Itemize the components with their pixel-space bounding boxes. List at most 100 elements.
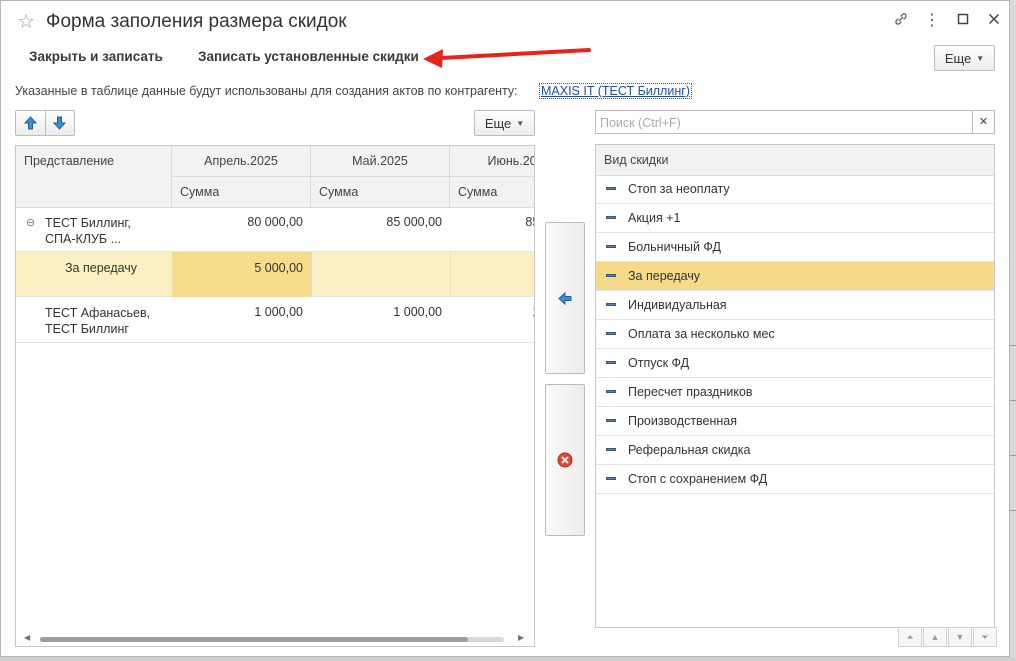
cell-divider: [450, 252, 451, 297]
table-cell[interactable]: 85 000,00: [450, 215, 534, 229]
list-item-icon: [606, 390, 616, 393]
horizontal-scrollbar[interactable]: ◀ ▶: [16, 630, 534, 646]
table-cell[interactable]: 1 000,00: [450, 305, 534, 319]
background-window-edge: [1010, 0, 1016, 661]
list-item-icon: [606, 274, 616, 277]
list-item[interactable]: Стоп за неоплату: [596, 175, 994, 204]
list-item-icon: [606, 332, 616, 335]
edge-line: [1010, 400, 1016, 402]
list-item[interactable]: Отпуск ФД: [596, 349, 994, 378]
info-text: Указанные в таблице данные будут использ…: [15, 84, 518, 98]
list-item[interactable]: Акция +1: [596, 204, 994, 233]
list-item[interactable]: Реферальная скидка: [596, 436, 994, 465]
arrow-down-icon: [53, 116, 67, 130]
annotation-arrow: [423, 48, 591, 68]
list-item-icon: [606, 187, 616, 190]
arrow-up-icon: [23, 116, 37, 130]
list-item[interactable]: Индивидуальная: [596, 291, 994, 320]
scroll-right-icon[interactable]: ▶: [518, 633, 524, 642]
column-header-sum[interactable]: Сумма: [311, 177, 450, 208]
maximize-icon[interactable]: [953, 11, 973, 31]
clear-search-icon[interactable]: ✕: [972, 111, 994, 133]
list-item-label: Больничный ФД: [628, 240, 721, 254]
favorite-star-icon[interactable]: ☆: [17, 9, 35, 34]
list-item-label: Стоп за неоплату: [628, 182, 730, 196]
table-cell[interactable]: 80 000,00: [172, 215, 311, 229]
column-header-month[interactable]: Апрель.2025: [172, 146, 311, 177]
discounts-table: Представление Апрель.2025 Май.2025 Июнь.…: [15, 145, 535, 647]
window-title: Форма заполения размера скидок: [46, 11, 347, 32]
column-header-month[interactable]: Июнь.2025: [450, 146, 534, 177]
chevron-down-icon: ▼: [976, 53, 985, 63]
move-up-button[interactable]: [16, 111, 46, 135]
row-name: ТЕСТ Афанасьев, ТЕСТ Биллинг: [45, 305, 150, 337]
list-item-label: Индивидуальная: [628, 298, 727, 312]
list-item[interactable]: Стоп с сохранением ФД: [596, 465, 994, 494]
table-more-button[interactable]: Еще ▼: [474, 110, 535, 136]
row-name: За передачу: [65, 261, 138, 275]
table-cell[interactable]: 1 000,00: [311, 305, 450, 319]
toolbar-more-label: Еще: [944, 50, 972, 66]
list-item-label: Стоп с сохранением ФД: [628, 472, 768, 486]
arrow-left-icon: [558, 291, 572, 305]
list-item-label: Реферальная скидка: [628, 443, 751, 457]
list-item-icon: [606, 361, 616, 364]
list-item-label: Пересчет праздников: [628, 385, 753, 399]
more-vertical-icon[interactable]: ⋮: [922, 11, 942, 31]
column-header-repr-label: Представление: [24, 154, 115, 168]
list-item[interactable]: Больничный ФД: [596, 233, 994, 262]
edge-line: [1010, 455, 1016, 457]
table-more-label: Еще: [484, 115, 512, 131]
list-item-icon: [606, 448, 616, 451]
row-name-line: СПА-КЛУБ ...: [45, 232, 122, 246]
row-name: ТЕСТ Биллинг, СПА-КЛУБ ...: [45, 215, 131, 247]
scroll-top-button[interactable]: ⏶: [898, 627, 922, 647]
counterparty-link[interactable]: MAXIS IT (ТЕСТ Биллинг): [539, 83, 692, 99]
list-item-label: Оплата за несколько мес: [628, 327, 775, 341]
close-icon[interactable]: [984, 11, 1004, 31]
list-item-selected[interactable]: За передачу: [596, 262, 994, 291]
edge-line: [1010, 345, 1016, 347]
scroll-up-button[interactable]: ▲: [923, 627, 947, 647]
search-placeholder: Поиск (Ctrl+F): [600, 116, 681, 130]
list-item-label: Производственная: [628, 414, 738, 428]
list-item-label: Акция +1: [628, 211, 681, 225]
table-cell[interactable]: 85 000,00: [311, 215, 450, 229]
scrollbar-thumb[interactable]: [40, 637, 468, 642]
add-discount-button[interactable]: [545, 222, 585, 374]
list-item[interactable]: Оплата за несколько мес: [596, 320, 994, 349]
scroll-down-button[interactable]: ▼: [948, 627, 972, 647]
list-header-label: Вид скидки: [604, 153, 669, 167]
list-item-icon: [606, 477, 616, 480]
list-item-label: Отпуск ФД: [628, 356, 690, 370]
list-item-label: За передачу: [628, 269, 701, 283]
scroll-left-icon[interactable]: ◀: [24, 633, 30, 642]
list-header[interactable]: Вид скидки: [596, 145, 994, 176]
list-item-icon: [606, 303, 616, 306]
collapse-icon[interactable]: ⊖: [26, 216, 35, 229]
list-item-icon: [606, 245, 616, 248]
save-discounts-button[interactable]: Записать установленные скидки: [198, 49, 419, 64]
list-item[interactable]: Производственная: [596, 407, 994, 436]
list-item-icon: [606, 216, 616, 219]
remove-discount-button[interactable]: [545, 384, 585, 536]
column-header-month[interactable]: Май.2025: [311, 146, 450, 177]
move-buttons-group: [15, 110, 75, 136]
column-header-repr[interactable]: Представление: [16, 146, 172, 208]
close-and-save-button[interactable]: Закрыть и записать: [29, 49, 163, 64]
column-header-sum[interactable]: Сумма: [172, 177, 311, 208]
discount-types-list: Вид скидки Стоп за неоплату Акция +1 Бол…: [595, 144, 995, 628]
table-cell[interactable]: 1 000,00: [172, 305, 311, 319]
cell-divider: [311, 252, 312, 297]
table-cell[interactable]: 5 000,00: [172, 261, 311, 275]
move-down-button[interactable]: [46, 111, 75, 135]
edge-line: [1010, 510, 1016, 512]
column-header-sum[interactable]: Сумма: [450, 177, 534, 208]
list-item[interactable]: Пересчет праздников: [596, 378, 994, 407]
toolbar-more-button[interactable]: Еще ▼: [934, 45, 995, 71]
row-name-line: ТЕСТ Биллинг: [45, 322, 129, 336]
delete-icon: [557, 452, 573, 468]
search-input[interactable]: Поиск (Ctrl+F) ✕: [595, 110, 995, 134]
link-icon[interactable]: [891, 11, 911, 31]
scroll-bottom-button[interactable]: ⏷: [973, 627, 997, 647]
